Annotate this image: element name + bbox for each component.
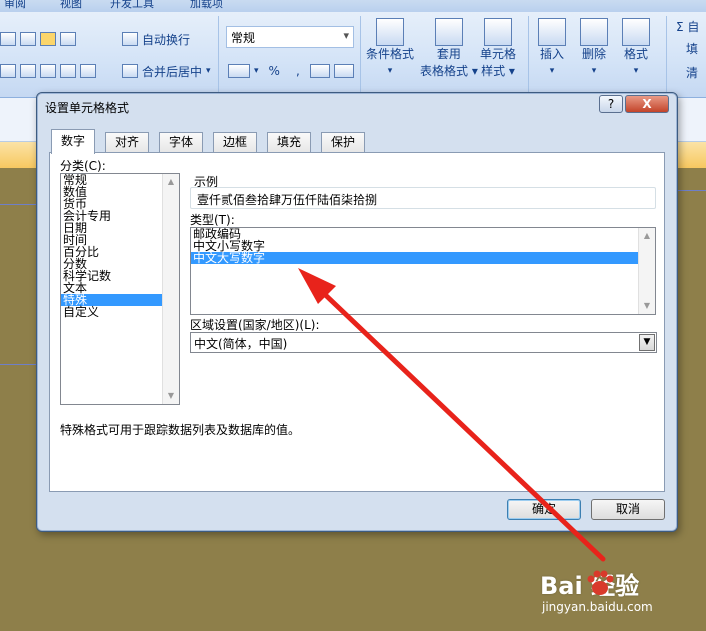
currency-icon[interactable] — [228, 64, 250, 78]
format-as-table-button[interactable]: 套用 表格格式 ▾ — [420, 18, 478, 80]
locale-select[interactable]: 中文(简体，中国) ▼ — [190, 332, 657, 353]
ribbon: 自动换行 合并后居中 ▾ 常规 ▾ % , 条件格式 ▾ 套用 表格格式 ▾ 单… — [0, 12, 706, 98]
align-center-icon[interactable] — [20, 64, 36, 78]
autosum-button[interactable]: Σ 自 — [676, 18, 699, 35]
format-cells-dialog: 设置单元格格式 ? X 数字 对齐 字体 边框 填充 保护 分类(C): 常规 … — [36, 92, 678, 532]
ok-button[interactable]: 确定 — [507, 499, 581, 520]
insert-cells-icon — [538, 18, 566, 46]
ribbon-tab-review[interactable]: 审阅 — [4, 0, 26, 11]
cell-styles-button[interactable]: 单元格 样式 ▾ — [480, 18, 516, 80]
format-cells-icon — [622, 18, 650, 46]
decrease-decimal-icon[interactable] — [333, 64, 354, 78]
tab-alignment[interactable]: 对齐 — [105, 132, 150, 153]
sample-preview: 壹仟贰佰叁拾肆万伍仟陆佰柒拾捌 — [190, 187, 656, 209]
cancel-button[interactable]: 取消 — [591, 499, 665, 520]
format-description: 特殊格式可用于跟踪数据列表及数据库的值。 — [60, 423, 301, 437]
align-right-icon[interactable] — [40, 64, 56, 78]
decrease-indent-icon[interactable] — [60, 64, 76, 78]
align-buttons-row1 — [0, 28, 76, 50]
comma-button[interactable]: , — [290, 64, 306, 78]
align-middle-icon[interactable] — [20, 32, 36, 46]
scroll-down-icon[interactable]: ▼ — [639, 298, 655, 314]
clear-button[interactable]: 清 — [686, 64, 698, 81]
close-button[interactable]: X — [625, 95, 669, 113]
type-list[interactable]: 邮政编码 中文小写数字 中文大写数字 ▲ ▼ — [190, 227, 656, 315]
type-item-selected[interactable]: 中文大写数字 — [191, 252, 639, 264]
conditional-format-button[interactable]: 条件格式 ▾ — [366, 18, 414, 80]
type-scrollbar[interactable]: ▲ ▼ — [638, 228, 655, 314]
number-tab-panel: 分类(C): 常规 数值 货币 会计专用 日期 时间 百分比 分数 科学记数 文… — [49, 152, 665, 492]
table-format-icon — [434, 18, 463, 46]
fill-button[interactable]: 填 — [686, 40, 698, 57]
align-left-icon[interactable] — [0, 64, 16, 78]
ribbon-tab-addins[interactable]: 加载项 — [190, 0, 223, 11]
dialog-title: 设置单元格格式 — [45, 101, 130, 115]
category-list[interactable]: 常规 数值 货币 会计专用 日期 时间 百分比 分数 科学记数 文本 特殊 自定… — [60, 173, 180, 405]
percent-button[interactable]: % — [263, 64, 286, 78]
type-label: 类型(T): — [190, 213, 235, 227]
ribbon-tab-view[interactable]: 视图 — [60, 0, 82, 11]
increase-indent-icon[interactable] — [80, 64, 96, 78]
delete-cells-icon — [580, 18, 608, 46]
number-format-select[interactable]: 常规 — [226, 26, 354, 48]
format-cells-button[interactable]: 格式 ▾ — [622, 18, 650, 80]
wrap-text-icon — [122, 32, 138, 46]
locale-label: 区域设置(国家/地区)(L): — [190, 318, 320, 332]
align-top-icon[interactable] — [0, 32, 16, 46]
align-bottom-icon[interactable] — [40, 32, 56, 46]
category-item[interactable]: 自定义 — [61, 306, 163, 318]
orientation-icon[interactable] — [60, 32, 76, 46]
editing-group: Σ 自 填 清 — [670, 12, 706, 98]
tab-border[interactable]: 边框 — [213, 132, 258, 153]
wrap-text-button[interactable]: 自动换行 — [122, 28, 190, 50]
merge-cells-icon — [122, 64, 138, 78]
baidu-paw-icon — [587, 570, 614, 595]
tab-fill[interactable]: 填充 — [267, 132, 312, 153]
number-buttons: ▾ % , — [228, 60, 354, 82]
tab-protection[interactable]: 保护 — [321, 132, 366, 153]
merge-center-button[interactable]: 合并后居中 ▾ — [122, 60, 211, 82]
scroll-up-icon[interactable]: ▲ — [639, 228, 655, 244]
category-scrollbar[interactable]: ▲ ▼ — [162, 174, 179, 404]
ribbon-tab-developer[interactable]: 开发工具 — [110, 0, 154, 11]
ribbon-tab-strip: 审阅 视图 开发工具 加载项 — [0, 0, 706, 12]
increase-decimal-icon[interactable] — [309, 64, 330, 78]
scroll-up-icon[interactable]: ▲ — [163, 174, 179, 190]
tab-number[interactable]: 数字 — [51, 129, 96, 154]
help-button[interactable]: ? — [599, 95, 623, 113]
watermark-url: jingyan.baidu.com — [542, 600, 653, 614]
scroll-down-icon[interactable]: ▼ — [163, 388, 179, 404]
cell-style-icon — [484, 18, 512, 46]
conditional-format-icon — [376, 18, 404, 46]
locale-value: 中文(简体，中国) — [194, 337, 288, 351]
chevron-down-icon[interactable]: ▼ — [639, 334, 655, 351]
align-buttons-row2 — [0, 60, 96, 82]
insert-button[interactable]: 插入 ▾ — [538, 18, 566, 80]
tab-font[interactable]: 字体 — [159, 132, 204, 153]
category-label: 分类(C): — [60, 159, 106, 173]
delete-button[interactable]: 删除 ▾ — [580, 18, 608, 80]
